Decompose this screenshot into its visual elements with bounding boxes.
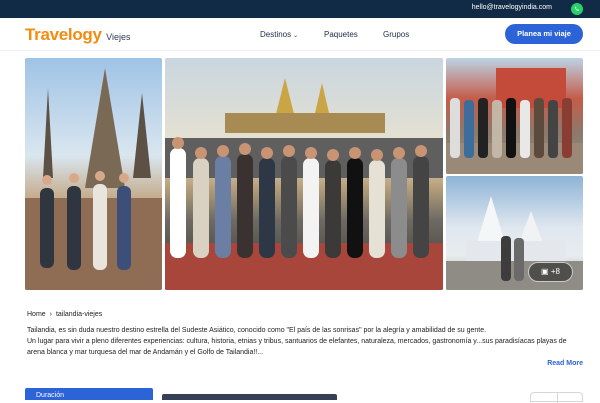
plan-trip-button[interactable]: Planea mi viaje <box>505 24 583 44</box>
duration-filter-label: Duración <box>36 392 65 399</box>
view-toggle[interactable] <box>530 392 583 403</box>
image-icon: ▣ <box>541 267 549 276</box>
read-more-link[interactable]: Read More <box>547 360 583 367</box>
main-nav: Travelogy Viejes Destinos ⌄ Paquetes Grup… <box>0 18 600 51</box>
chevron-right-icon: › <box>49 311 52 318</box>
nav-item-destinos[interactable]: Destinos ⌄ <box>260 30 298 39</box>
brand-suffix: Viejes <box>106 32 131 42</box>
breadcrumb-home[interactable]: Home <box>27 311 46 318</box>
nav-item-label: Destinos <box>260 30 292 39</box>
more-photos-count: +8 <box>550 267 560 276</box>
nav-item-grupos[interactable]: Grupos <box>383 30 409 39</box>
nav-item-label: Grupos <box>383 30 410 39</box>
destination-description: Tailandia, es sin duda nuestro destino e… <box>27 325 582 358</box>
listing-title-cropped <box>162 394 342 400</box>
top-bar: hello@travelogyindia.com <box>0 0 600 18</box>
description-line: Tailandia, es sin duda nuestro destino e… <box>27 327 487 334</box>
whatsapp-icon[interactable] <box>571 3 583 15</box>
gallery-photo-temple-group[interactable] <box>25 58 162 290</box>
gallery-photo-main-group[interactable] <box>165 58 443 290</box>
more-photos-button[interactable]: ▣ +8 <box>528 262 573 282</box>
gallery-photo-temple-gate[interactable] <box>446 58 583 174</box>
breadcrumb-current: tailandia-viejes <box>55 311 103 318</box>
duration-filter-header[interactable]: Duración <box>25 388 153 400</box>
nav-item-label: Paquetes <box>324 30 358 39</box>
nav-item-paquetes[interactable]: Paquetes <box>324 30 358 39</box>
description-line: Un lugar para vivir a pleno diferentes e… <box>27 338 567 356</box>
contact-email-link[interactable]: hello@travelogyindia.com <box>472 4 552 11</box>
brand-logo[interactable]: Travelogy Viejes <box>25 25 130 45</box>
brand-name: Travelogy <box>25 25 102 44</box>
chevron-down-icon: ⌄ <box>293 33 299 39</box>
breadcrumb: Home › tailandia-viejes <box>27 311 102 318</box>
